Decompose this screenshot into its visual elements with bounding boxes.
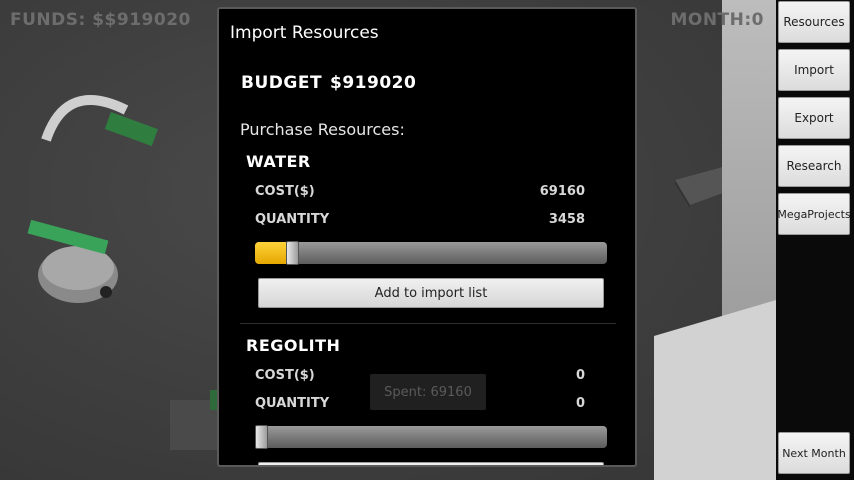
water-quantity-slider[interactable] — [255, 241, 607, 265]
regolith-quantity-label: QUANTITY — [255, 396, 330, 411]
water-cost-value: 69160 — [539, 184, 585, 199]
water-quantity-label: QUANTITY — [255, 212, 330, 227]
water-quantity-value: 3458 — [548, 212, 585, 227]
slider-track[interactable] — [255, 242, 607, 264]
game-screen: FUNDS: $$919020 MONTH:0 Resources Import… — [0, 0, 854, 480]
month-display: MONTH:0 — [670, 10, 764, 30]
satellite-dish-icon — [41, 95, 158, 147]
add-to-import-list-button-regolith[interactable] — [258, 462, 604, 465]
regolith-cost-label: COST($) — [255, 368, 315, 383]
regolith-quantity-value: 0 — [575, 396, 585, 411]
resources-button[interactable]: Resources — [778, 1, 850, 43]
budget-value: $919020 — [330, 73, 417, 93]
import-button[interactable]: Import — [778, 49, 850, 91]
crater-wall — [722, 0, 776, 320]
import-resources-dialog: Import Resources BUDGET $919020 Purchase… — [217, 7, 637, 467]
section-divider — [240, 323, 616, 324]
research-button[interactable]: Research — [778, 145, 850, 187]
spent-toast: Spent: 69160 — [370, 374, 486, 410]
megaprojects-button[interactable]: MegaProjects — [777, 193, 851, 235]
export-button[interactable]: Export — [778, 97, 850, 139]
slider-thumb[interactable] — [286, 241, 299, 265]
next-month-button[interactable]: Next Month — [778, 432, 850, 474]
regolith-quantity-slider[interactable] — [255, 425, 607, 449]
water-cost-label: COST($) — [255, 184, 315, 199]
resource-name-regolith: REGOLITH — [246, 336, 341, 355]
slider-thumb[interactable] — [255, 425, 268, 449]
moonbase-building-icon — [27, 219, 118, 303]
slider-track[interactable] — [255, 426, 607, 448]
regolith-cost-value: 0 — [575, 368, 585, 383]
budget-label: BUDGET — [241, 73, 323, 93]
dialog-title: Import Resources — [230, 23, 379, 43]
crater-slope — [654, 300, 776, 480]
resource-name-water: WATER — [246, 152, 311, 171]
funds-display: FUNDS: $$919020 — [10, 10, 191, 30]
add-to-import-list-button[interactable]: Add to import list — [258, 278, 604, 308]
slider-fill — [255, 242, 290, 264]
purchase-heading: Purchase Resources: — [240, 120, 405, 139]
